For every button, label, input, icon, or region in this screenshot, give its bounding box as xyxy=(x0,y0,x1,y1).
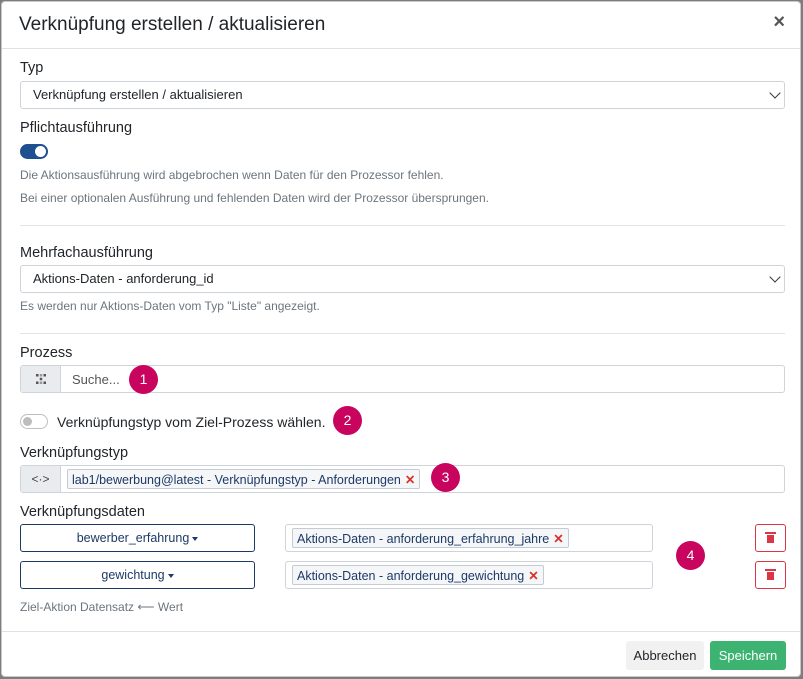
tag-label: lab1/bewerbung@latest - Verknüpfungstyp … xyxy=(72,473,401,487)
modal-title: Verknüpfung erstellen / aktualisieren xyxy=(19,14,326,35)
pflicht-help-1: Die Aktionsausführung wird abgebrochen w… xyxy=(20,168,444,182)
prozess-label: Prozess xyxy=(20,345,73,361)
value-input[interactable]: Aktions-Daten - anforderung_gewichtung ✕ xyxy=(285,561,653,589)
pflicht-toggle[interactable] xyxy=(20,144,48,159)
field-dropdown-button[interactable]: gewichtung xyxy=(20,561,255,589)
delete-row-button[interactable] xyxy=(755,561,786,589)
tag-label: Aktions-Daten - anforderung_erfahrung_ja… xyxy=(297,532,550,546)
field-dropdown-label: gewichtung xyxy=(101,568,165,582)
process-icon xyxy=(21,366,61,392)
mehrfach-label: Mehrfachausführung xyxy=(20,245,153,261)
link-arrows-icon: <·> xyxy=(21,466,61,492)
tag-label: Aktions-Daten - anforderung_gewichtung xyxy=(297,569,525,583)
field-dropdown-button[interactable]: bewerber_erfahrung xyxy=(20,524,255,552)
trash-icon xyxy=(765,569,776,580)
caret-down-icon xyxy=(192,536,199,541)
caret-down-icon xyxy=(167,573,174,578)
modal-dialog: Verknüpfung erstellen / aktualisieren × … xyxy=(1,1,801,677)
verknuepfungstyp-tag: lab1/bewerbung@latest - Verknüpfungstyp … xyxy=(67,469,421,489)
remove-tag-icon[interactable]: ✕ xyxy=(405,473,415,487)
verknuepfungstyp-input[interactable]: <·> lab1/bewerbung@latest - Verknüpfungs… xyxy=(20,465,785,493)
close-icon[interactable]: × xyxy=(773,12,785,32)
badge-2: 2 xyxy=(333,406,362,435)
verknuepfungstyp-label: Verknüpfungstyp xyxy=(20,445,129,461)
modal-footer: Abbrechen Speichern xyxy=(2,631,800,676)
value-tag: Aktions-Daten - anforderung_erfahrung_ja… xyxy=(292,528,569,548)
pflicht-label: Pflichtausführung xyxy=(20,120,133,136)
prozess-search-placeholder: Suche... xyxy=(72,372,120,387)
divider xyxy=(20,333,785,334)
verknuepfungsdaten-label: Verknüpfungsdaten xyxy=(20,504,145,520)
typ-label: Typ xyxy=(20,60,44,76)
mehrfach-select[interactable]: Aktions-Daten - anforderung_id xyxy=(20,265,785,293)
badge-1: 1 xyxy=(129,365,158,394)
modal-header: Verknüpfung erstellen / aktualisieren × xyxy=(2,2,800,49)
typ-select[interactable]: Verknüpfung erstellen / aktualisieren xyxy=(20,81,785,109)
verknuepfungsdaten-help: Ziel-Aktion Datensatz ⟵ Wert xyxy=(20,600,184,614)
toggle-knob xyxy=(23,417,32,426)
save-button[interactable]: Speichern xyxy=(710,641,786,670)
pflicht-help-2: Bei einer optionalen Ausführung und fehl… xyxy=(20,191,489,205)
ziel-prozess-toggle[interactable] xyxy=(20,414,48,429)
delete-row-button[interactable] xyxy=(755,524,786,552)
value-tag: Aktions-Daten - anforderung_gewichtung ✕ xyxy=(292,565,544,585)
toggle-knob xyxy=(35,146,46,157)
badge-4: 4 xyxy=(676,541,705,570)
divider xyxy=(20,225,785,226)
mehrfach-help: Es werden nur Aktions-Daten vom Typ "Lis… xyxy=(20,299,320,313)
badge-3: 3 xyxy=(431,463,460,492)
remove-tag-icon[interactable]: ✕ xyxy=(553,532,563,546)
typ-select-value: Verknüpfung erstellen / aktualisieren xyxy=(33,87,243,102)
trash-icon xyxy=(765,532,776,543)
chevron-down-icon xyxy=(769,271,781,283)
field-dropdown-label: bewerber_erfahrung xyxy=(76,531,190,545)
cancel-button[interactable]: Abbrechen xyxy=(626,641,704,670)
value-input[interactable]: Aktions-Daten - anforderung_erfahrung_ja… xyxy=(285,524,653,552)
mehrfach-select-value: Aktions-Daten - anforderung_id xyxy=(33,271,214,286)
remove-tag-icon[interactable]: ✕ xyxy=(528,569,538,583)
chevron-down-icon xyxy=(769,87,781,99)
ziel-prozess-label: Verknüpfungstyp vom Ziel-Prozess wählen. xyxy=(57,414,326,430)
